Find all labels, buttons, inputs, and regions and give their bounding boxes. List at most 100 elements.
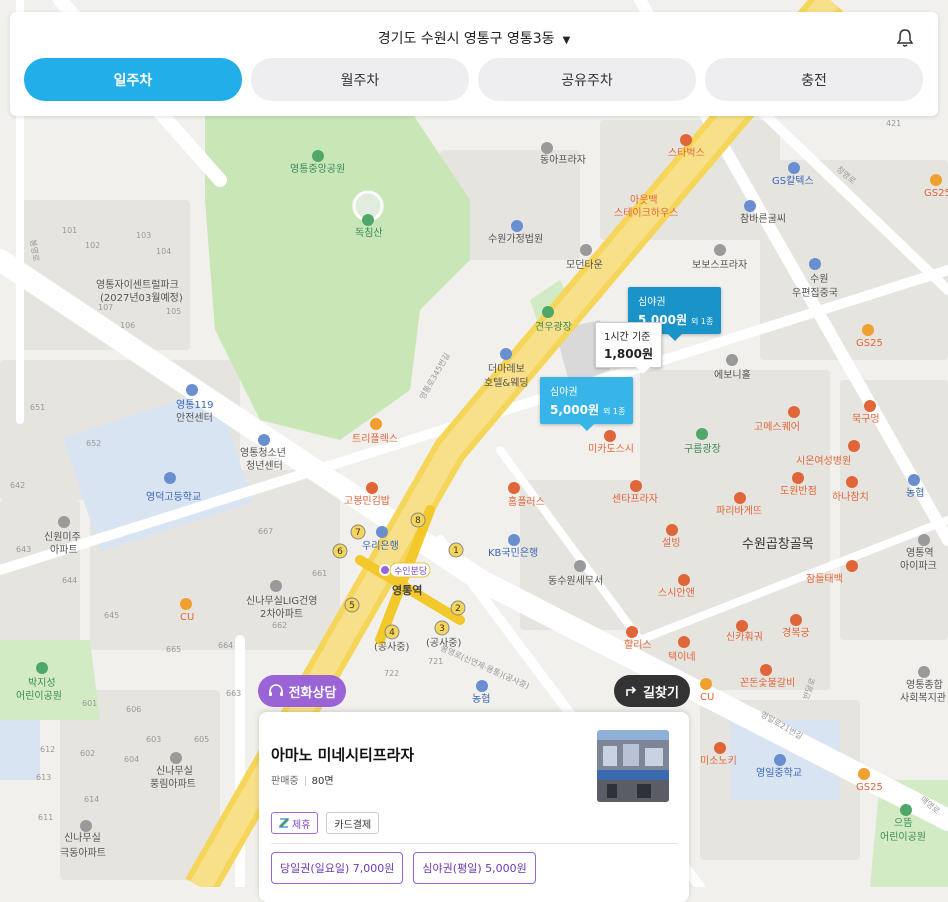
svg-text:612: 612 <box>40 745 55 754</box>
directions-button[interactable]: 길찾기 <box>614 675 690 707</box>
headset-icon <box>268 684 283 696</box>
svg-text:606: 606 <box>126 705 141 714</box>
price-option[interactable]: 심야권(평일) 5,000원 <box>413 852 536 884</box>
phone-consult-button[interactable]: 전화상담 <box>258 675 346 707</box>
svg-text:3: 3 <box>439 624 445 634</box>
svg-text:642: 642 <box>10 481 25 490</box>
svg-text:667: 667 <box>258 527 273 536</box>
svg-text:아웃백: 아웃백 <box>630 194 658 206</box>
svg-text:사회복지관: 사회복지관 <box>900 692 946 704</box>
dowon-label: 도원반점 <box>780 485 817 497</box>
svg-text:104: 104 <box>156 247 171 256</box>
station-label: 영통역 <box>392 583 422 597</box>
nh2-label: 농협 <box>472 692 490 705</box>
sulbing-label: 설빙 <box>662 537 680 549</box>
svg-text:645: 645 <box>104 611 119 620</box>
gureum-label: 구름광장 <box>684 443 721 455</box>
svg-text:722: 722 <box>384 669 399 678</box>
svg-text:106: 106 <box>120 321 135 330</box>
feature-chips: 제휴 카드결제 <box>271 812 380 834</box>
svg-text:614: 614 <box>84 795 99 804</box>
gyeongbok-label: 경복궁 <box>782 626 810 639</box>
marker-price: 5,000원 <box>550 403 599 417</box>
mukgu-label: 묵구멍 <box>852 413 880 425</box>
post-office-label: 우편집중국 <box>792 287 838 299</box>
woori-label: 우리은행 <box>362 540 399 552</box>
svg-text:4: 4 <box>389 628 395 638</box>
svg-text:721: 721 <box>428 657 443 666</box>
svg-text:665: 665 <box>166 645 181 654</box>
kkonbon-label: 꼰돈숯불갈비 <box>740 676 795 689</box>
sinamusil-lig-label: 신나무실LIG건영 <box>246 595 317 607</box>
gs25-3-label: GS25 <box>856 782 883 793</box>
bell-icon[interactable] <box>896 28 914 48</box>
svg-text:662: 662 <box>272 621 287 630</box>
sion-label: 시온여성병원 <box>796 455 851 467</box>
tab-daily[interactable]: 일주차 <box>24 58 242 101</box>
sushi-anyang-label: 스시안앤 <box>658 587 695 599</box>
marker-extra: 외 1종 <box>603 407 626 416</box>
tab-shared[interactable]: 공유주차 <box>478 58 696 101</box>
svg-text:호텔&웨딩: 호텔&웨딩 <box>484 377 529 389</box>
ueum-park-label: 으뜸 <box>894 817 912 829</box>
station-tag: 수인분당 <box>394 566 427 577</box>
svg-text:1: 1 <box>453 546 459 556</box>
location-text: 경기도 수원시 영통구 영통3동 <box>377 31 555 47</box>
svg-text:풍림아파트: 풍림아파트 <box>150 778 196 790</box>
parking-lot-meta: 판매중 80면 <box>271 772 334 787</box>
svg-text:7: 7 <box>355 528 361 538</box>
gobong-label: 고봉민김밥 <box>344 495 390 507</box>
tax-office-label: 동수원세무서 <box>548 575 603 587</box>
construction1-label: (공사중) <box>374 641 410 653</box>
tab-charging[interactable]: 충전 <box>705 58 923 101</box>
price-marker[interactable]: 심야권 5,000원 외 1종 <box>540 377 634 431</box>
outback-label: 스테이크하우스 <box>614 206 678 219</box>
marker-type: 심야권 <box>638 297 666 308</box>
mountain-icon <box>362 214 374 226</box>
yeongdeok-high-label: 영덕고등학교 <box>146 491 201 503</box>
parking-lot-photo[interactable] <box>597 730 669 802</box>
svg-text:605: 605 <box>194 735 209 744</box>
mikado-label: 미카도스시 <box>588 443 634 455</box>
svg-text:601: 601 <box>82 699 97 708</box>
turn-arrow-icon <box>626 686 637 696</box>
starbucks-label: 스타벅스 <box>668 147 705 159</box>
top-header: 경기도 수원시 영통구 영통3동 ▼ 일주차 월주차 공유주차 충전 <box>10 12 938 116</box>
price-option[interactable]: 당일권(일요일) 7,000원 <box>271 852 404 884</box>
sale-status: 판매중 <box>271 776 299 787</box>
jamstick-label: 잠들태백 <box>806 573 843 585</box>
gs25-1-label: GS25 <box>856 338 883 349</box>
centapla-label: 센타프라자 <box>612 493 658 505</box>
homeplus-label: 홈플러스 <box>508 495 545 508</box>
yeongtong-central-label: 영통자이센트럴파크 <box>96 278 179 291</box>
tab-monthly[interactable]: 월주차 <box>251 58 469 101</box>
svg-text:661: 661 <box>312 569 327 578</box>
svg-text:103: 103 <box>136 231 151 240</box>
bobos-label: 보보스프라자 <box>692 259 747 271</box>
svg-text:652: 652 <box>86 439 101 448</box>
triplex-label: 트리플렉스 <box>352 433 398 445</box>
svg-text:6: 6 <box>337 547 343 557</box>
chambarun-icon <box>744 200 756 212</box>
svg-text:651: 651 <box>30 403 45 412</box>
bakji-label: 박지성 <box>28 677 56 689</box>
park-label: 영통중앙공원 <box>290 163 345 175</box>
svg-text:극동아파트: 극동아파트 <box>60 847 106 859</box>
gopchang-label: 수원곱창골목 <box>742 537 814 552</box>
hallis-label: 할리스 <box>624 639 652 651</box>
chambarun-label: 참바른굴씨 <box>740 213 786 225</box>
chip-partner: 제휴 <box>271 812 319 834</box>
svg-text:5: 5 <box>349 601 355 611</box>
gas-icon <box>788 162 800 174</box>
price-marker[interactable]: 1시간 기준 1,800원 <box>595 322 662 374</box>
phone-consult-label: 전화상담 <box>288 685 337 701</box>
parking-lot-card[interactable]: 아마노 미네시티프라자 판매중 80면 제휴 카드결제 당일권(일요일) 7,00… <box>259 712 689 902</box>
location-selector[interactable]: 경기도 수원시 영통구 영통3동 ▼ <box>10 28 938 48</box>
modern-town-label: 모던타운 <box>566 259 603 271</box>
yeongtong-apt-label: 영통역 <box>906 547 934 559</box>
svg-text:청년센터: 청년센터 <box>246 460 283 472</box>
marker-type: 1시간 기준 <box>604 332 651 343</box>
svg-text:102: 102 <box>85 241 100 250</box>
partner-icon <box>279 818 289 828</box>
caret-down-icon: ▼ <box>562 35 571 46</box>
